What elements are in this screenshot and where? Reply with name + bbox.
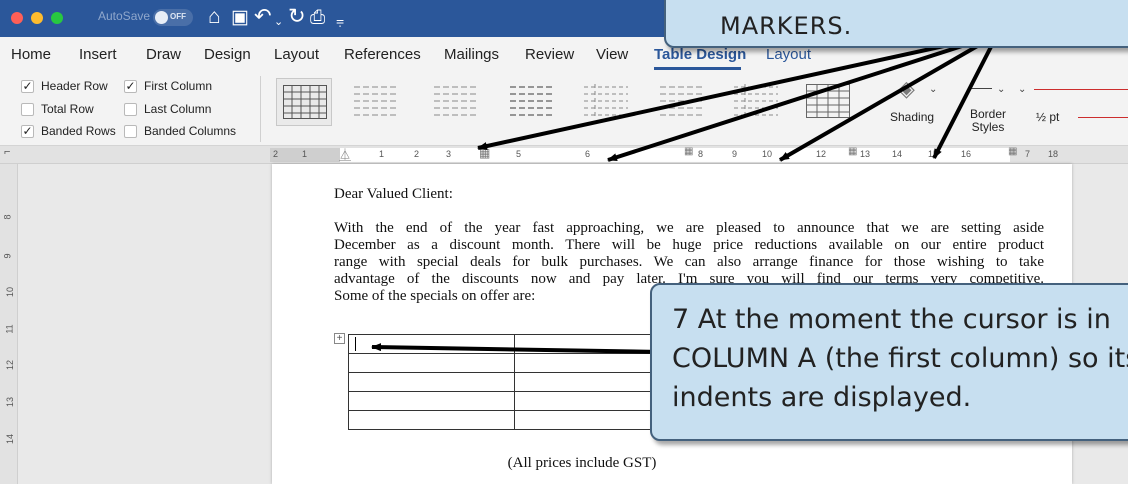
- callout-main-text: 7 At the moment the cursor is in COLUMN …: [672, 300, 1128, 417]
- callout-line: indents are displayed.: [672, 382, 972, 413]
- callout-top-text: MARKERS.: [720, 12, 853, 40]
- arrow-to-cursor: [371, 343, 663, 354]
- callout-step-7: 7 At the moment the cursor is in COLUMN …: [650, 283, 1128, 441]
- callout-markers: MARKERS.: [664, 0, 1128, 48]
- arrow-to-column-b-marker: [607, 35, 991, 162]
- arrow-to-column-a-marker: [477, 35, 986, 150]
- callout-line: COLUMN A (the first column) so its: [672, 343, 1128, 374]
- callout-line: 7 At the moment the cursor is in: [672, 304, 1111, 335]
- arrow-to-column-c-marker: [778, 35, 995, 162]
